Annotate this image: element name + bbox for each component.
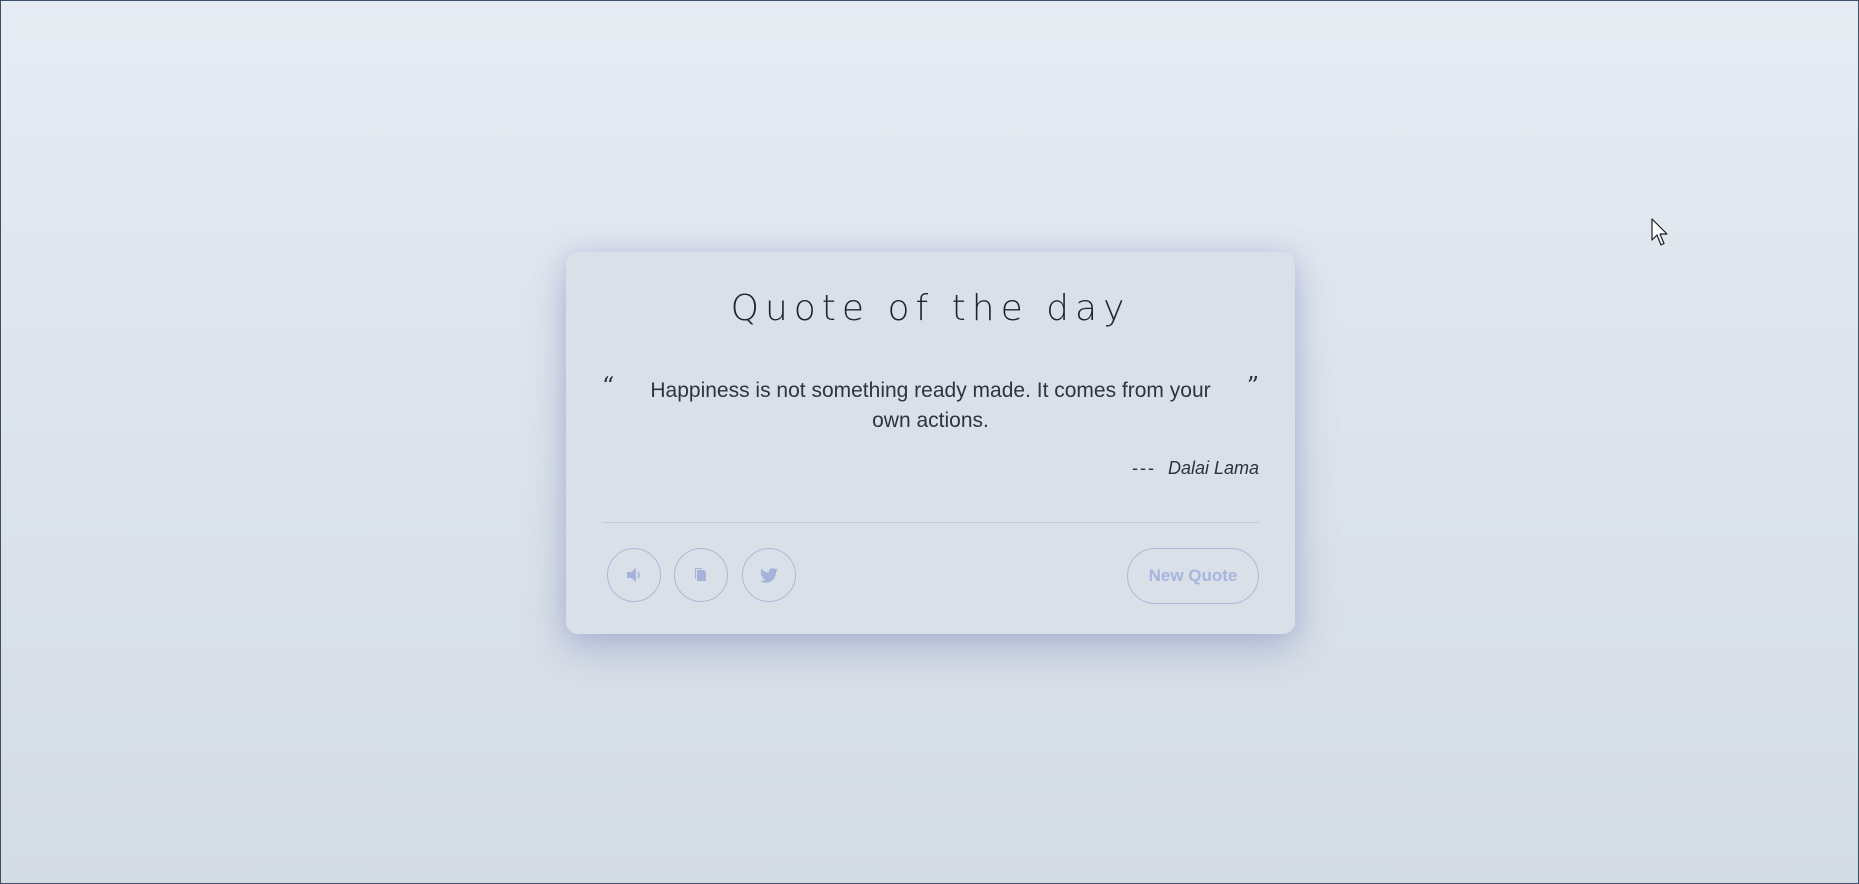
- copy-button[interactable]: [674, 548, 728, 602]
- quote-block: “ Happiness is not something ready made.…: [602, 372, 1259, 436]
- author-dash: ---: [1131, 458, 1156, 478]
- copy-icon: [695, 568, 706, 581]
- mouse-cursor-icon: [1651, 218, 1668, 246]
- close-quote-icon: ”: [1246, 372, 1259, 400]
- quote-card: Quote of the day “ Happiness is not some…: [566, 252, 1295, 634]
- speak-button[interactable]: [607, 548, 661, 602]
- author-line: --- Dalai Lama: [1132, 458, 1259, 479]
- tweet-button[interactable]: [742, 548, 796, 602]
- twitter-icon: [760, 567, 778, 583]
- divider: [602, 522, 1259, 523]
- speaker-icon: [627, 568, 640, 582]
- open-quote-icon: “: [602, 372, 615, 400]
- author-name: Dalai Lama: [1167, 458, 1259, 478]
- quote-text: Happiness is not something ready made. I…: [650, 379, 1211, 432]
- new-quote-button[interactable]: New Quote: [1127, 548, 1259, 604]
- page-title: Quote of the day: [730, 288, 1131, 329]
